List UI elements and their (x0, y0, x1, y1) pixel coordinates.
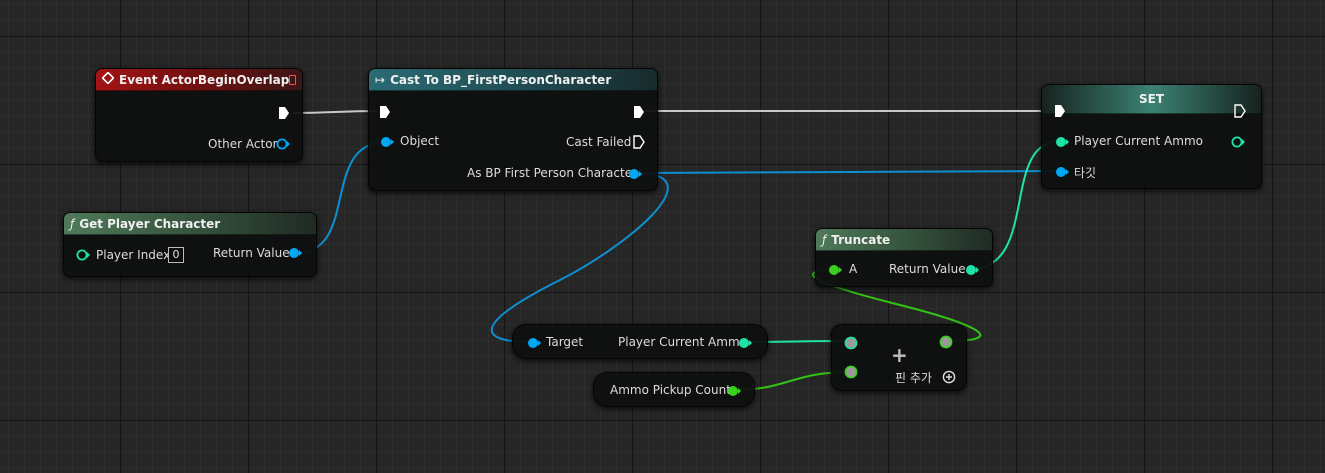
get-ammo-out-pin[interactable] (738, 337, 752, 349)
return-value-pin[interactable] (288, 247, 302, 259)
truncate-return-label: Return Value (889, 262, 966, 276)
ammo-pickup-count-node[interactable]: Ammo Pickup Count (593, 372, 755, 407)
set-exec-in-pin[interactable] (1054, 104, 1066, 118)
truncate-return-pin[interactable] (965, 264, 979, 276)
ammo-pickup-out-pin[interactable] (727, 385, 741, 397)
add-in-pin-2[interactable] (844, 365, 858, 379)
event-node-header[interactable]: Event ActorBeginOverlap (96, 69, 302, 91)
get-target-pin[interactable] (527, 337, 541, 349)
truncate-a-pin[interactable] (828, 264, 842, 276)
truncate-a-label: A (849, 262, 858, 276)
other-actor-label: Other Actor (208, 137, 278, 151)
set-node-title: SET (1138, 92, 1165, 106)
get-player-current-ammo-node[interactable]: Target Player Current Ammo (512, 324, 768, 359)
event-diamond-icon (101, 71, 115, 87)
player-index-input[interactable]: 0 (168, 247, 184, 263)
get-player-character-node[interactable]: ƒ Get Player Character Player Index 0 Re… (63, 212, 317, 277)
add-out-pin[interactable] (939, 335, 953, 349)
set-target-pin[interactable] (1055, 166, 1069, 178)
set-ammo-out-pin[interactable] (1231, 136, 1245, 148)
cast-exec-out-pin[interactable] (633, 105, 645, 119)
cast-failed-label: Cast Failed (566, 135, 632, 149)
object-wire-cast-to-get-target (490, 172, 669, 343)
add-plus-symbol: + (891, 343, 908, 367)
add-node[interactable]: + 핀 추가 (831, 324, 967, 391)
cast-arrow-icon: ↦ (375, 72, 386, 87)
event-exec-out-pin[interactable] (278, 106, 290, 120)
truncate-node-header[interactable]: ƒ Truncate (816, 229, 992, 251)
get-player-node-header[interactable]: ƒ Get Player Character (64, 213, 316, 235)
add-pin-plus-icon[interactable] (942, 370, 956, 384)
other-actor-pin[interactable] (276, 138, 290, 150)
cast-object-pin[interactable] (380, 136, 394, 148)
player-index-pin[interactable] (76, 249, 90, 261)
set-node-header[interactable]: SET (1042, 85, 1261, 114)
set-ammo-label: Player Current Ammo (1074, 134, 1203, 148)
cast-failed-exec-pin[interactable] (633, 135, 645, 149)
set-ammo-in-pin[interactable] (1055, 136, 1069, 148)
get-ammo-label: Player Current Ammo (618, 335, 747, 349)
as-character-label: As BP First Person Character (467, 166, 638, 180)
set-exec-out-pin[interactable] (1234, 104, 1246, 118)
return-value-label: Return Value (213, 246, 290, 260)
event-node-title: Event ActorBeginOverlap (119, 72, 290, 87)
add-in-pin-1[interactable] (844, 336, 858, 350)
function-icon: ƒ (70, 216, 75, 231)
truncate-node[interactable]: ƒ Truncate A Return Value (815, 228, 993, 287)
cast-to-node[interactable]: ↦ Cast To BP_FirstPersonCharacter Object… (368, 68, 658, 191)
event-actor-begin-overlap-node[interactable]: Event ActorBeginOverlap Other Actor (95, 68, 303, 162)
player-index-label: Player Index (96, 248, 171, 262)
set-target-label: 타깃 (1074, 166, 1097, 180)
truncate-node-title: Truncate (831, 232, 891, 247)
cast-exec-in-pin[interactable] (379, 105, 391, 119)
as-character-pin[interactable] (628, 168, 642, 180)
function-icon: ƒ (822, 232, 827, 247)
cast-node-title: Cast To BP_FirstPersonCharacter (390, 72, 612, 87)
set-node[interactable]: SET Player Current Ammo 타깃 (1041, 84, 1262, 189)
exec-wire-event-to-cast (292, 110, 379, 114)
object-wire-cast-to-set-target (634, 170, 1061, 174)
delegate-square-icon[interactable] (289, 74, 296, 85)
cast-node-header[interactable]: ↦ Cast To BP_FirstPersonCharacter (369, 69, 657, 91)
get-target-label: Target (546, 335, 584, 349)
ammo-pickup-label: Ammo Pickup Count (610, 383, 731, 397)
add-pin-label[interactable]: 핀 추가 (895, 369, 932, 386)
get-player-node-title: Get Player Character (79, 216, 221, 231)
cast-object-label: Object (400, 134, 440, 148)
